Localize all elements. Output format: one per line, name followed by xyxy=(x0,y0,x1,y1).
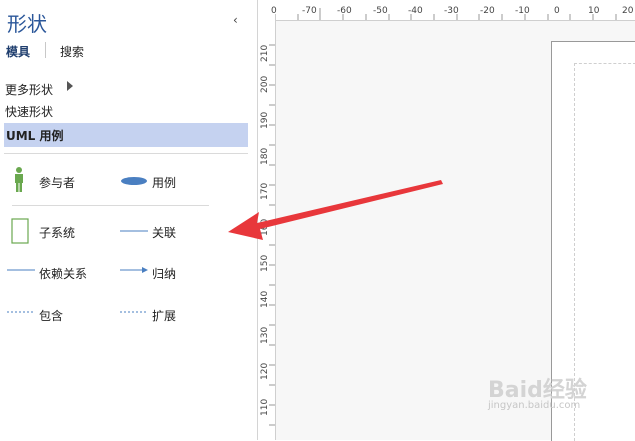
annotation-arrow-icon xyxy=(228,180,443,240)
